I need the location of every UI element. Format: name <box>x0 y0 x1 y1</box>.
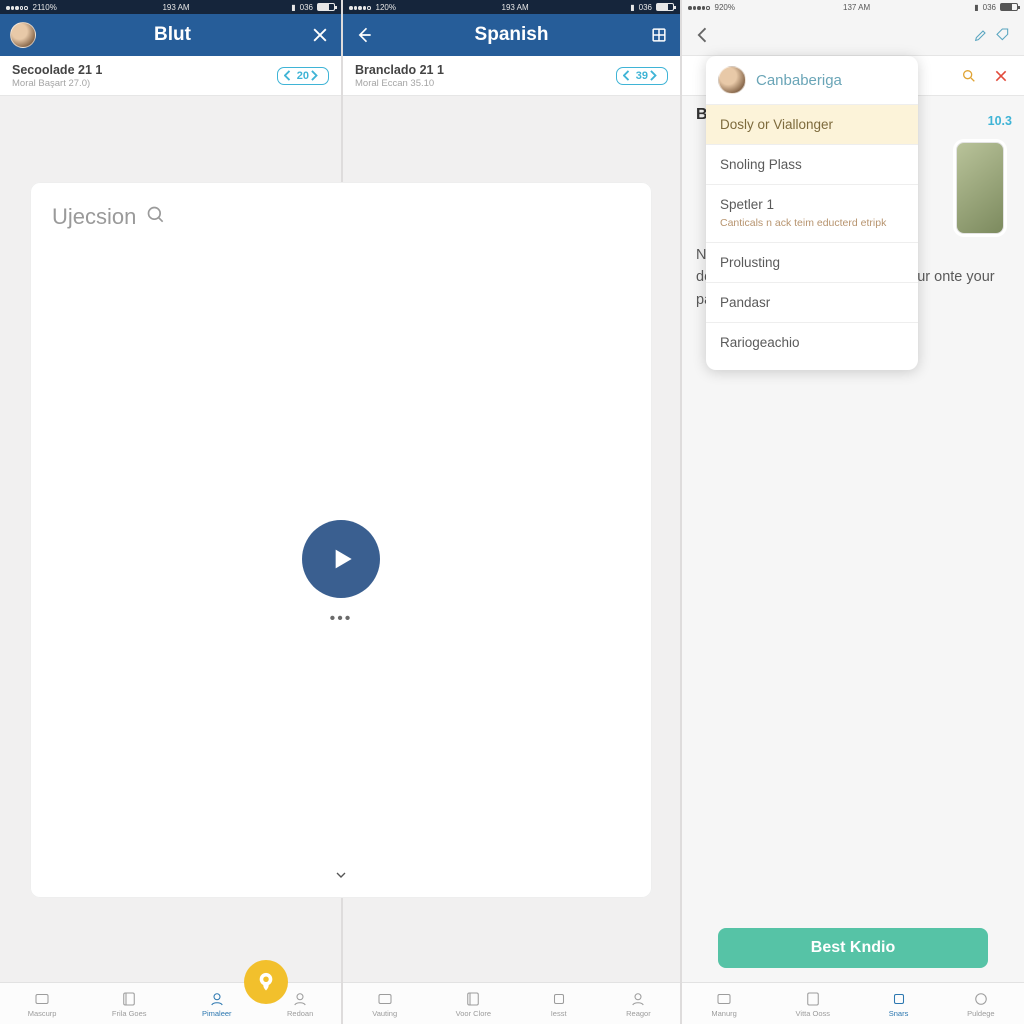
nav-item-4[interactable]: Puldege <box>967 990 995 1018</box>
search-icon[interactable] <box>146 205 166 230</box>
nav-item-3[interactable]: Snars <box>889 990 909 1018</box>
lesson-meta: Moral Başart 27.0) <box>12 78 102 89</box>
lesson-title: Secoolade 21 1 <box>12 63 102 77</box>
nav-item-2[interactable]: Frila Goes <box>112 990 147 1018</box>
lesson-title: Branclado 21 1 <box>355 63 444 77</box>
play-button[interactable] <box>302 520 380 598</box>
page-title: Spanish <box>475 24 549 46</box>
avatar[interactable] <box>10 22 36 48</box>
pin-fab[interactable] <box>244 960 288 1004</box>
nav-item-3[interactable]: Iesst <box>550 990 568 1018</box>
player-card: Ujecsion ••• <box>30 182 652 898</box>
batt-pct: 036 <box>983 3 996 12</box>
bottom-nav: Manurg Vitta Ooss Snars Puldege <box>682 982 1024 1024</box>
score: 10.3 <box>988 114 1012 128</box>
nav-label: Mascurp <box>28 1009 57 1018</box>
pill-value: 39 <box>636 70 648 82</box>
battery-icon <box>1000 3 1018 11</box>
bottom-nav: Mascurp Frila Goes Pimaleer Redoan <box>0 982 341 1024</box>
dropdown-header[interactable]: Canbaberiga <box>706 56 918 105</box>
bottom-nav: Vauting Voor Clore Iesst Reagor <box>343 982 680 1024</box>
back-icon[interactable] <box>692 24 714 46</box>
status-bar: 120% 193 AM ▮ 036 <box>343 0 680 14</box>
dropdown-title: Canbaberiga <box>756 72 842 89</box>
nav-label: Vauting <box>372 1009 397 1018</box>
nav-label: Snars <box>889 1009 909 1018</box>
search-placeholder: Ujecsion <box>52 204 136 230</box>
lesson-meta: Moral Eccan 35.10 <box>355 78 444 89</box>
nav-item-1[interactable]: Mascurp <box>28 990 57 1018</box>
thumbnail[interactable] <box>956 142 1004 234</box>
signal-icon: ▮ <box>974 3 978 12</box>
dropdown-item[interactable]: Rariogeachio <box>706 323 918 362</box>
nav-item-1[interactable]: Manurg <box>711 990 736 1018</box>
cta-button[interactable]: Best Kndio <box>718 928 988 968</box>
avatar <box>718 66 746 94</box>
nav-label: Puldege <box>967 1009 995 1018</box>
cta-label: Best Kndio <box>811 939 895 957</box>
page-title: Blut <box>154 24 191 46</box>
battery-icon <box>656 3 674 11</box>
nav-label: Vitta Ooss <box>796 1009 830 1018</box>
dropdown-item[interactable]: Spetler 1Canticals n ack teim educterd e… <box>706 185 918 243</box>
battery-icon <box>317 3 335 11</box>
clock: 193 AM <box>502 3 529 12</box>
pill-value: 20 <box>297 70 309 82</box>
signal-icon: ▮ <box>291 3 295 12</box>
status-bar: 2110% 193 AM ▮ 036 <box>0 0 341 14</box>
dropdown-item[interactable]: Dosly or Viallonger <box>706 105 918 145</box>
nav-item-4[interactable]: Reagor <box>626 990 651 1018</box>
search-icon[interactable] <box>958 65 980 87</box>
header: Spanish <box>343 14 680 56</box>
tag-icon[interactable] <box>992 24 1014 46</box>
close-icon[interactable] <box>309 24 331 46</box>
status-bar: 920% 137 AM ▮ 036 <box>682 0 1024 14</box>
carrier-pct: 120% <box>376 3 396 12</box>
dropdown-item[interactable]: Pandasr <box>706 283 918 323</box>
dropdown-menu: Canbaberiga Dosly or ViallongerSnoling P… <box>706 56 918 370</box>
clock: 193 AM <box>162 3 189 12</box>
chevron-down-icon[interactable] <box>333 867 349 888</box>
nav-item-2[interactable]: Voor Clore <box>456 990 491 1018</box>
close-icon[interactable] <box>990 65 1012 87</box>
nav-label: Reagor <box>626 1009 651 1018</box>
more-icon[interactable]: ••• <box>330 610 353 628</box>
dropdown-item-sub: Canticals n ack teim educterd etripk <box>720 216 904 230</box>
grid-icon[interactable] <box>648 24 670 46</box>
signal-icon: ▮ <box>630 3 634 12</box>
count-pill[interactable]: 20 <box>277 67 329 85</box>
nav-label: Voor Clore <box>456 1009 491 1018</box>
dropdown-item[interactable]: Snoling Plass <box>706 145 918 185</box>
nav-item-1[interactable]: Vauting <box>372 990 397 1018</box>
nav-item-2[interactable]: Vitta Ooss <box>796 990 830 1018</box>
count-pill[interactable]: 39 <box>616 67 668 85</box>
nav-item-4[interactable]: Redoan <box>287 990 313 1018</box>
nav-label: Pimaleer <box>202 1009 232 1018</box>
sub-header: Secoolade 21 1 Moral Başart 27.0) 20 <box>0 56 341 96</box>
batt-pct: 036 <box>300 3 313 12</box>
header: Blut <box>0 14 341 56</box>
carrier-pct: 2110% <box>33 3 57 12</box>
nav-label: Manurg <box>711 1009 736 1018</box>
nav-label: Iesst <box>551 1009 567 1018</box>
nav-label: Redoan <box>287 1009 313 1018</box>
clock: 137 AM <box>843 3 870 12</box>
nav-item-3[interactable]: Pimaleer <box>202 990 232 1018</box>
header <box>682 14 1024 56</box>
back-icon[interactable] <box>353 24 375 46</box>
sub-header: Branclado 21 1 Moral Eccan 35.10 39 <box>343 56 680 96</box>
batt-pct: 036 <box>639 3 652 12</box>
nav-label: Frila Goes <box>112 1009 147 1018</box>
carrier-pct: 920% <box>715 3 735 12</box>
edit-icon[interactable] <box>970 24 992 46</box>
dropdown-item[interactable]: Prolusting <box>706 243 918 283</box>
